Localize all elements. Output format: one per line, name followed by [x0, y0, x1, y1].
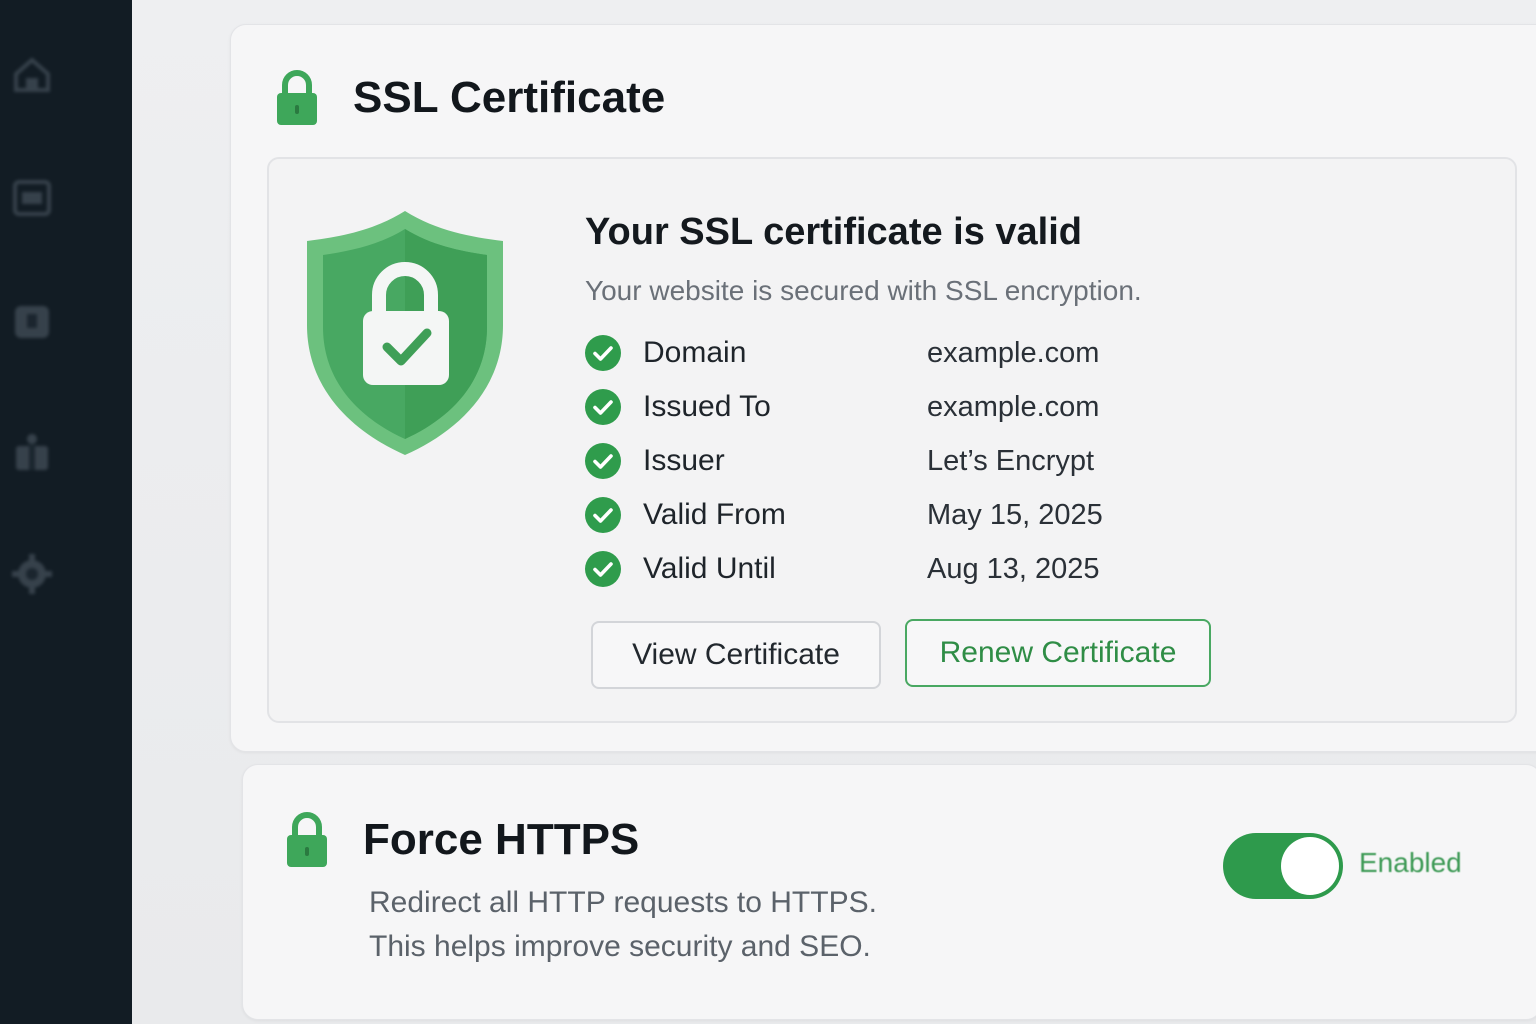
view-certificate-button[interactable]: View Certificate	[591, 621, 881, 689]
detail-label: Issued To	[643, 390, 771, 423]
check-circle-icon	[585, 497, 621, 533]
ssl-status-panel: Your SSL certificate is valid Your websi…	[267, 157, 1517, 723]
ssl-status-title: Your SSL certificate is valid	[585, 211, 1083, 253]
detail-row-valid-until: Valid Until Aug 13, 2025	[585, 549, 1145, 589]
shield-lock-check-icon	[307, 211, 503, 455]
lock-icon	[287, 812, 327, 867]
window-icon	[13, 180, 51, 216]
lock-icon	[277, 70, 317, 125]
gift-icon	[16, 434, 48, 470]
force-https-card: Force HTTPS Redirect all HTTP requests t…	[242, 764, 1536, 1020]
shield-icon	[15, 306, 49, 338]
detail-value: example.com	[927, 390, 1100, 423]
detail-label: Issuer	[643, 444, 725, 477]
toggle-knob	[1281, 837, 1339, 895]
force-https-toggle[interactable]	[1223, 833, 1343, 899]
detail-value: May 15, 2025	[927, 498, 1103, 531]
https-card-header: Force HTTPS	[285, 811, 639, 869]
check-circle-icon	[585, 443, 621, 479]
https-description-line: This helps improve security and SEO.	[369, 930, 871, 963]
nav-security[interactable]	[8, 298, 56, 346]
ssl-card-title: SSL Certificate	[353, 73, 666, 122]
check-circle-icon	[585, 389, 621, 425]
detail-value: Aug 13, 2025	[927, 552, 1100, 585]
check-circle-icon	[585, 551, 621, 587]
detail-row-issuer: Issuer Let’s Encrypt	[585, 441, 1145, 481]
detail-row-issued-to: Issued To example.com	[585, 387, 1145, 427]
detail-row-valid-from: Valid From May 15, 2025	[585, 495, 1145, 535]
nav-settings[interactable]	[8, 550, 56, 598]
detail-label: Valid From	[643, 498, 786, 531]
nav-extras[interactable]	[8, 428, 56, 476]
detail-label: Valid Until	[643, 552, 776, 585]
https-description: Redirect all HTTP requests to HTTPS. Thi…	[369, 881, 877, 969]
ssl-card-header: SSL Certificate	[275, 69, 665, 127]
detail-value: example.com	[927, 336, 1100, 369]
ssl-status-subtitle: Your website is secured with SSL encrypt…	[585, 275, 1142, 306]
https-card-title: Force HTTPS	[363, 815, 640, 864]
https-description-line: Redirect all HTTP requests to HTTPS.	[369, 886, 877, 919]
main-content: SSL Certificate Your SSL certificate is …	[132, 0, 1536, 1024]
nav-sites[interactable]	[8, 174, 56, 222]
nav-home[interactable]	[8, 50, 56, 98]
renew-certificate-button[interactable]: Renew Certificate	[905, 619, 1211, 687]
settings-icon	[12, 554, 52, 594]
detail-label: Domain	[643, 336, 747, 369]
detail-row-domain: Domain example.com	[585, 333, 1145, 373]
home-icon	[14, 57, 50, 92]
toggle-state-label: Enabled	[1359, 847, 1462, 878]
check-circle-icon	[585, 335, 621, 371]
sidebar	[0, 0, 132, 1024]
ssl-certificate-card: SSL Certificate Your SSL certificate is …	[230, 24, 1536, 752]
detail-value: Let’s Encrypt	[927, 444, 1095, 477]
